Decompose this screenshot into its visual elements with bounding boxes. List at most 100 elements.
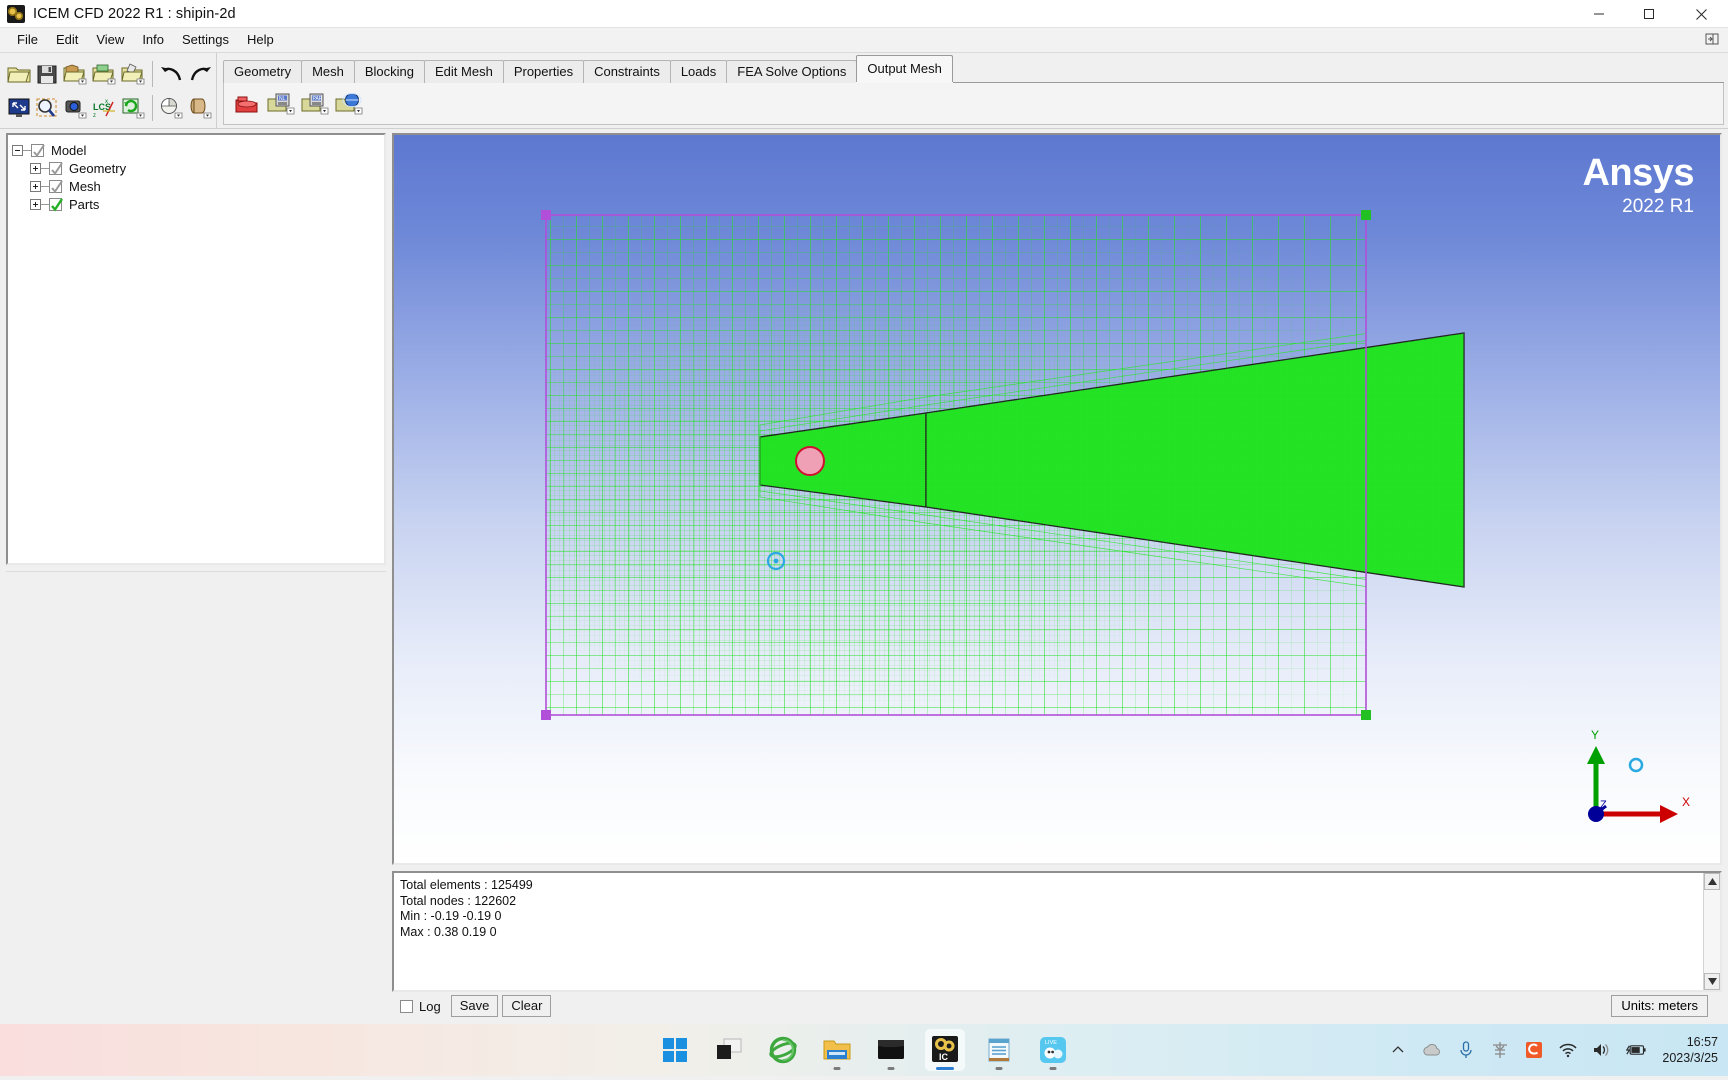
toolbar-separator: [151, 61, 153, 87]
boundary-conditions-icon[interactable]: NL: [266, 90, 296, 118]
tab-loads[interactable]: Loads: [669, 60, 728, 84]
onedrive-cloud-icon[interactable]: [1422, 1040, 1442, 1060]
checkbox-geometry[interactable]: [49, 161, 63, 175]
sogou-input-icon[interactable]: [1524, 1040, 1544, 1060]
tree-label-parts: Parts: [69, 196, 100, 212]
open-blocking-icon[interactable]: [120, 60, 146, 88]
tab-properties[interactable]: Properties: [502, 60, 585, 84]
terminal-icon[interactable]: [871, 1029, 911, 1071]
lcs-icon[interactable]: LCS z x: [92, 94, 118, 122]
menu-item-edit[interactable]: Edit: [47, 30, 87, 50]
clock-date: 2023/3/25: [1662, 1051, 1718, 1065]
title-bar: ICEM CFD 2022 R1 : shipin-2d: [0, 0, 1728, 28]
live-app-icon[interactable]: LIVE: [1033, 1029, 1073, 1071]
expander-plus-icon[interactable]: [30, 162, 41, 174]
menu-item-info[interactable]: Info: [133, 30, 173, 50]
ime-chinese-icon[interactable]: [1490, 1040, 1510, 1060]
ansys-icem-icon: [7, 4, 25, 23]
close-button[interactable]: [1674, 0, 1728, 28]
tab-blocking[interactable]: Blocking: [353, 60, 426, 84]
undo-icon[interactable]: [159, 60, 185, 88]
tab-geometry[interactable]: Geometry: [223, 60, 303, 84]
open-project-icon[interactable]: [6, 60, 32, 88]
fit-window-icon[interactable]: [6, 94, 32, 122]
scroll-up-icon[interactable]: [1704, 873, 1720, 890]
main-toolbar: LCS z x: [0, 53, 216, 128]
show-hidden-icons-icon[interactable]: [1388, 1040, 1408, 1060]
running-indicator: [1049, 1067, 1057, 1070]
clear-log-button[interactable]: Clear: [502, 995, 552, 1017]
scrollbar-track[interactable]: [1704, 890, 1720, 973]
log-checkbox[interactable]: [400, 999, 413, 1013]
checkbox-parts[interactable]: [49, 197, 63, 211]
tab-toolbar-area: Geometry Mesh Blocking Edit Mesh Propert…: [216, 53, 1728, 128]
units-indicator[interactable]: Units: meters: [1611, 995, 1708, 1017]
tree-label-model: Model: [51, 142, 87, 158]
internet-explorer-icon[interactable]: [763, 1029, 803, 1071]
scroll-down-icon[interactable]: [1704, 973, 1720, 990]
svg-text:x: x: [105, 99, 108, 105]
select-solver-icon[interactable]: [232, 90, 262, 118]
checkbox-mesh[interactable]: [49, 179, 63, 193]
microphone-icon[interactable]: [1456, 1040, 1476, 1060]
solid-simple-icon[interactable]: [187, 94, 213, 122]
tree-node-parts[interactable]: Parts: [12, 195, 380, 213]
expander-plus-icon[interactable]: [30, 180, 41, 192]
wifi-icon[interactable]: [1558, 1040, 1578, 1060]
file-explorer-icon[interactable]: [817, 1029, 857, 1071]
menu-item-view[interactable]: View: [87, 30, 133, 50]
clock[interactable]: 16:57 2023/3/25: [1662, 1034, 1718, 1066]
menu-item-settings[interactable]: Settings: [173, 30, 238, 50]
triad-y-label: Y: [1591, 728, 1599, 742]
graphics-viewport[interactable]: Ansys 2022 R1 X Y Z: [392, 133, 1722, 865]
tab-fea-solve-options[interactable]: FEA Solve Options: [726, 60, 858, 84]
tree-node-geometry[interactable]: Geometry: [12, 159, 380, 177]
svg-text:NL: NL: [279, 96, 286, 102]
minimize-button[interactable]: [1574, 0, 1624, 28]
tab-output-mesh[interactable]: Output Mesh: [856, 55, 953, 82]
tab-mesh[interactable]: Mesh: [301, 60, 355, 84]
expander-minus-icon[interactable]: [12, 144, 23, 156]
menu-item-file[interactable]: File: [8, 30, 47, 50]
maximize-button[interactable]: [1624, 0, 1674, 28]
save-log-button[interactable]: Save: [450, 995, 499, 1017]
model-tree[interactable]: Model Geometry Mesh Parts: [6, 133, 386, 565]
tree-node-mesh[interactable]: Mesh: [12, 177, 380, 195]
save-project-icon[interactable]: [35, 60, 61, 88]
svg-text:PAR: PAR: [313, 96, 323, 102]
volume-icon[interactable]: [1592, 1040, 1612, 1060]
save-view-icon[interactable]: [63, 94, 89, 122]
display-mode-icon[interactable]: [159, 94, 185, 122]
zoom-box-icon[interactable]: [35, 94, 61, 122]
edit-parameters-icon[interactable]: PAR: [300, 90, 330, 118]
tab-edit-mesh[interactable]: Edit Mesh: [424, 60, 504, 84]
message-area: Total elements : 125499 Total nodes : 12…: [392, 871, 1722, 1020]
open-geometry-icon[interactable]: [63, 60, 89, 88]
task-view-icon[interactable]: [709, 1029, 749, 1071]
open-mesh-icon[interactable]: [92, 60, 118, 88]
expander-plus-icon[interactable]: [30, 198, 41, 210]
message-scrollbar[interactable]: [1703, 873, 1720, 990]
tab-constraints[interactable]: Constraints: [583, 60, 671, 84]
icem-cfd-icon[interactable]: IC: [925, 1029, 965, 1071]
checkbox-model[interactable]: [31, 143, 45, 157]
restore-toolbar-icon[interactable]: [1704, 31, 1720, 47]
tree-label-mesh: Mesh: [69, 178, 101, 194]
windows-taskbar: IC LIVE 16:57 2023/3/25: [0, 1024, 1728, 1076]
refresh-icon[interactable]: [120, 94, 146, 122]
nose-circle: [795, 446, 825, 476]
tab-strip: Geometry Mesh Blocking Edit Mesh Propert…: [223, 55, 1724, 84]
tree-node-model[interactable]: Model: [12, 141, 380, 159]
redo-icon[interactable]: [187, 60, 213, 88]
notepad-icon[interactable]: [979, 1029, 1019, 1071]
menu-item-help[interactable]: Help: [238, 30, 283, 50]
running-indicator: [833, 1067, 841, 1070]
active-indicator: [936, 1067, 954, 1070]
write-input-icon[interactable]: [334, 90, 364, 118]
output-mesh-toolbar: NL PAR: [223, 83, 1724, 125]
tree-connector: [41, 167, 49, 169]
window-title: ICEM CFD 2022 R1 : shipin-2d: [33, 5, 236, 22]
battery-charging-icon[interactable]: [1626, 1040, 1646, 1060]
right-panel: Ansys 2022 R1 X Y Z Total elements: 125…: [392, 129, 1728, 1024]
windows-start-icon[interactable]: [655, 1029, 695, 1071]
